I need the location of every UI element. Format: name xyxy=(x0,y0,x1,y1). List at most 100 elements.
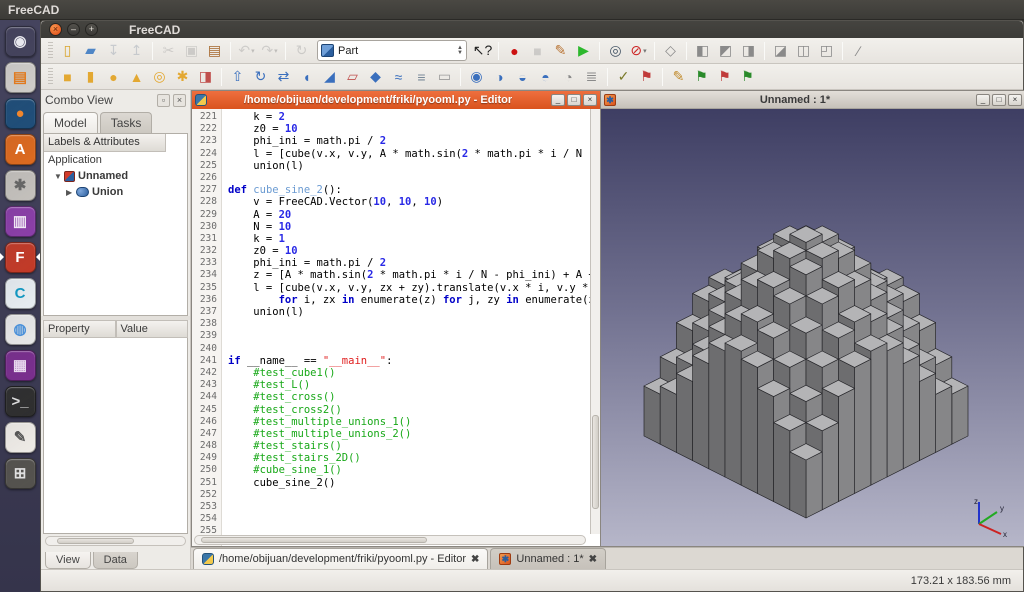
launcher-item-files[interactable]: ▤ xyxy=(0,59,40,95)
window-maximize-button[interactable]: + xyxy=(85,23,98,36)
view-left-button[interactable]: ◰ xyxy=(816,40,837,61)
launcher-item-freecad[interactable]: F xyxy=(0,239,40,275)
window-close-button[interactable]: × xyxy=(49,23,62,36)
workbench-selector[interactable]: Part▲▼ xyxy=(317,40,467,61)
property-column-header[interactable]: Property xyxy=(43,320,116,338)
launcher-item-media-player[interactable]: ▦ xyxy=(0,347,40,383)
view-axonometric-button[interactable]: ◇ xyxy=(660,40,681,61)
toolbar-drag-handle[interactable] xyxy=(48,42,53,60)
extrude-button[interactable]: ⇧ xyxy=(227,66,248,87)
combo-spinner-icon[interactable]: ▲▼ xyxy=(457,46,463,56)
paste-button[interactable]: ▤ xyxy=(204,40,225,61)
launcher-item-system-settings[interactable]: ✱ xyxy=(0,167,40,203)
copy-button[interactable]: ▣ xyxy=(181,40,202,61)
window-minimize-button[interactable]: – xyxy=(67,23,80,36)
fillet-button[interactable]: ◖ xyxy=(296,66,317,87)
editor-vertical-scrollbar[interactable] xyxy=(590,109,600,534)
editor-close-button[interactable]: × xyxy=(583,94,597,106)
editor-minimize-button[interactable]: _ xyxy=(551,94,565,106)
macro-edit-button[interactable]: ✎ xyxy=(550,40,571,61)
boolean-button[interactable]: ◉ xyxy=(466,66,487,87)
part-primitives-button[interactable]: ✱ xyxy=(172,66,193,87)
launcher-item-workspace-switcher[interactable]: ⊞ xyxy=(0,455,40,491)
dock-horizontal-scrollbar[interactable] xyxy=(45,536,186,546)
section-button[interactable]: ◔ xyxy=(558,66,579,87)
chamfer-button[interactable]: ◢ xyxy=(319,66,340,87)
launcher-item-firefox[interactable]: ● xyxy=(0,95,40,131)
thickness-button[interactable]: ▭ xyxy=(434,66,455,87)
editor-titlebar[interactable]: /home/obijuan/development/friki/pyooml.p… xyxy=(192,91,600,109)
dock-close-button[interactable]: × xyxy=(173,94,186,107)
launcher-item-chromium[interactable]: ◍ xyxy=(0,311,40,347)
macro-record-button[interactable]: ● xyxy=(504,40,525,61)
openscad-replace-button[interactable]: ⚑ xyxy=(737,66,758,87)
offset-button[interactable]: ≡ xyxy=(411,66,432,87)
tab-data[interactable]: Data xyxy=(93,552,138,569)
scrollbar-handle[interactable] xyxy=(201,537,427,543)
viewport-close-button[interactable]: × xyxy=(1008,94,1022,106)
cross-sections-button[interactable]: ≣ xyxy=(581,66,602,87)
tab-close-icon[interactable]: ✖ xyxy=(471,554,479,565)
open-file-button[interactable]: ▰ xyxy=(80,40,101,61)
mdi-tab-viewport[interactable]: ✱ Unnamed : 1* ✖ xyxy=(490,548,606,569)
editor-body[interactable]: 2212222232242252262272282292302312322332… xyxy=(192,109,600,546)
value-column-header[interactable]: Value xyxy=(116,320,189,338)
view-rear-button[interactable]: ◪ xyxy=(770,40,791,61)
launcher-item-cura[interactable]: C xyxy=(0,275,40,311)
code-area[interactable]: k = 2 z0 = 10 phi_ini = math.pi / 2 l = … xyxy=(222,109,600,546)
loft-button[interactable]: ◆ xyxy=(365,66,386,87)
boolean-cut-button[interactable]: ◑ xyxy=(489,66,510,87)
cut-button[interactable]: ✂ xyxy=(158,40,179,61)
launcher-item-text-editor[interactable]: ✎ xyxy=(0,419,40,455)
launcher-item-terminal[interactable]: >_ xyxy=(0,383,40,419)
view-right-button[interactable]: ◨ xyxy=(738,40,759,61)
shape-builder-button[interactable]: ◨ xyxy=(195,66,216,87)
tab-view[interactable]: View xyxy=(45,552,91,569)
refresh-button[interactable]: ↻ xyxy=(291,40,312,61)
export-file-button[interactable]: ↥ xyxy=(126,40,147,61)
zoom-selection-button[interactable]: ◎ xyxy=(605,40,626,61)
tree-item-unnamed[interactable]: ▼ Unnamed xyxy=(44,168,187,184)
defeaturing-button[interactable]: ⚑ xyxy=(636,66,657,87)
tab-model[interactable]: Model xyxy=(43,112,98,133)
part-cylinder-button[interactable]: ▮ xyxy=(80,66,101,87)
macro-run-button[interactable]: ▶ xyxy=(573,40,594,61)
dropdown-arrow-icon[interactable]: ▾ xyxy=(274,47,278,55)
part-cone-button[interactable]: ▲ xyxy=(126,66,147,87)
ruled-surface-button[interactable]: ▱ xyxy=(342,66,363,87)
part-box-button[interactable]: ■ xyxy=(57,66,78,87)
mdi-tab-editor[interactable]: /home/obijuan/development/friki/pyooml.p… xyxy=(193,548,488,569)
check-geometry-button[interactable]: ✓ xyxy=(613,66,634,87)
sweep-button[interactable]: ≈ xyxy=(388,66,409,87)
viewport-3d-canvas[interactable]: z y x xyxy=(601,109,1024,546)
openscad-add-button[interactable]: ⚑ xyxy=(691,66,712,87)
openscad-remove-button[interactable]: ⚑ xyxy=(714,66,735,87)
draw-style-button[interactable]: ⊘▾ xyxy=(628,40,649,61)
expander-open-icon[interactable]: ▼ xyxy=(54,172,64,181)
view-top-button[interactable]: ◩ xyxy=(715,40,736,61)
editor-maximize-button[interactable]: □ xyxy=(567,94,581,106)
boolean-common-button[interactable]: ◓ xyxy=(535,66,556,87)
editor-horizontal-scrollbar[interactable] xyxy=(194,535,586,545)
tree-column-header[interactable]: Labels & Attributes xyxy=(44,134,166,152)
mirror-button[interactable]: ⇄ xyxy=(273,66,294,87)
part-sphere-button[interactable]: ● xyxy=(103,66,124,87)
redo-button[interactable]: ↷▾ xyxy=(259,40,280,61)
expander-closed-icon[interactable]: ▶ xyxy=(66,188,76,197)
model-tree-panel[interactable]: Labels & Attributes Application ▼ Unname… xyxy=(43,133,188,316)
whats-this-button[interactable]: ↖? xyxy=(472,40,493,61)
scrollbar-handle[interactable] xyxy=(57,538,133,544)
new-file-button[interactable]: ▯ xyxy=(57,40,78,61)
save-file-button[interactable]: ↧ xyxy=(103,40,124,61)
viewport-maximize-button[interactable]: □ xyxy=(992,94,1006,106)
tab-close-icon[interactable]: ✖ xyxy=(589,554,597,565)
property-table-body[interactable] xyxy=(43,338,188,534)
macro-stop-button[interactable]: ■ xyxy=(527,40,548,61)
view-bottom-button[interactable]: ◫ xyxy=(793,40,814,61)
revolve-button[interactable]: ↻ xyxy=(250,66,271,87)
dock-float-button[interactable]: ▫ xyxy=(157,94,170,107)
window-titlebar[interactable]: × – + FreeCAD xyxy=(41,21,1023,38)
launcher-item-dash-home[interactable]: ◉ xyxy=(0,23,40,59)
tree-item-union[interactable]: ▶ Union xyxy=(44,184,187,200)
tab-tasks[interactable]: Tasks xyxy=(100,112,153,133)
